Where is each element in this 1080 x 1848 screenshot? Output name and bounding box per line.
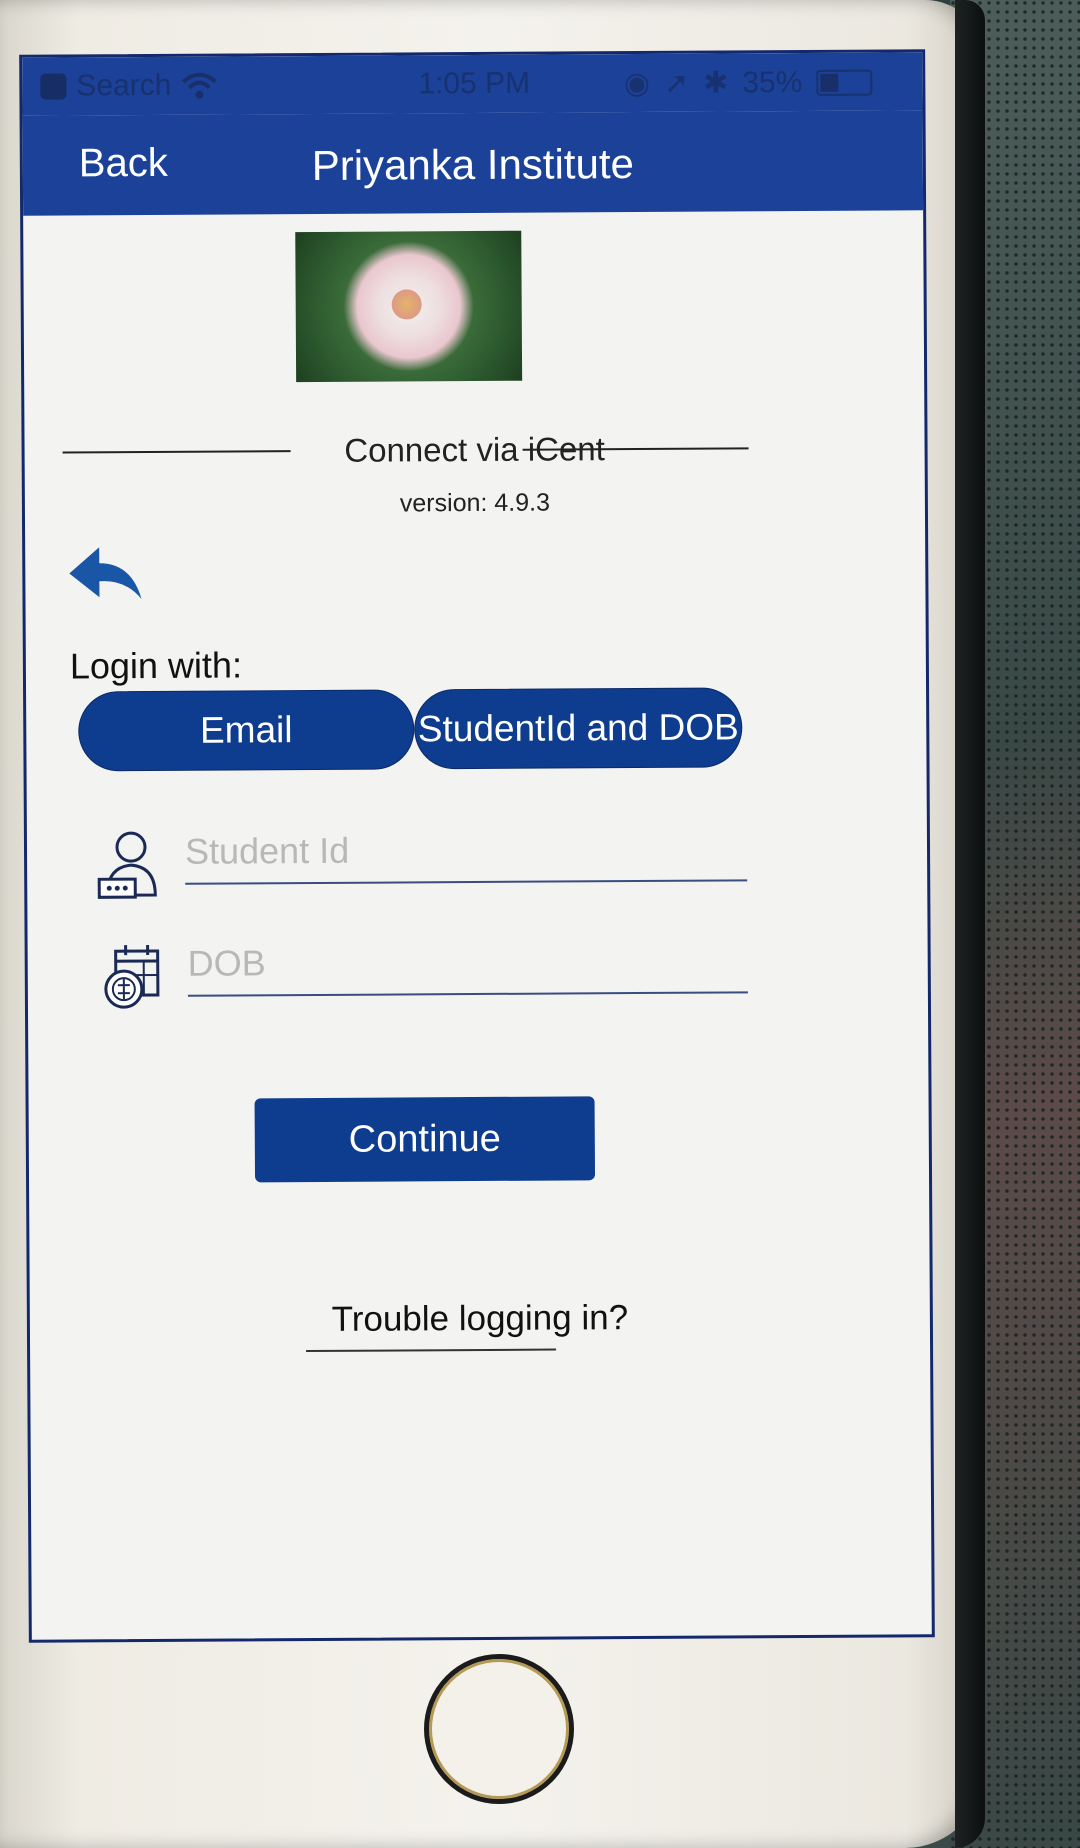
status-back-app[interactable]: Search <box>40 69 217 104</box>
status-bar: Search 1:05 PM ◉ ➚ ✱ 35% <box>22 52 923 116</box>
app-screen: Search 1:05 PM ◉ ➚ ✱ 35% Back Priyanka I… <box>19 49 935 1643</box>
dob-input[interactable] <box>187 935 748 997</box>
tab-studentid-dob[interactable]: StudentId and DOB <box>414 687 743 770</box>
wifi-icon <box>182 72 217 99</box>
tab-email[interactable]: Email <box>78 689 415 772</box>
back-arrow-icon[interactable] <box>65 543 145 607</box>
location-icon: ➚ <box>663 66 690 100</box>
login-with-label: Login with: <box>69 644 243 687</box>
flower-center <box>391 289 422 320</box>
trouble-logging-in-link[interactable]: Trouble logging in? <box>30 1296 930 1341</box>
trouble-link-underline <box>306 1348 557 1353</box>
student-id-input[interactable] <box>184 823 748 885</box>
status-right: ◉ ➚ ✱ 35% <box>624 65 873 102</box>
institute-logo-image <box>295 230 523 383</box>
calendar-icon <box>104 945 160 1009</box>
home-button[interactable] <box>424 1654 574 1804</box>
version-label: version: 4.9.3 <box>399 488 551 518</box>
phone-case-edge <box>955 0 985 1848</box>
battery-percent: 35% <box>742 65 803 99</box>
rotation-lock-icon: ◉ <box>623 66 651 101</box>
bluetooth-icon: ✱ <box>703 66 729 100</box>
continue-button[interactable]: Continue <box>254 1096 596 1183</box>
nav-bar: Back Priyanka Institute <box>22 110 924 216</box>
back-to-app-icon <box>40 73 67 100</box>
student-id-icon <box>97 831 157 899</box>
status-back-app-label: Search <box>76 68 172 103</box>
connect-label: Connect via iCent <box>344 430 605 469</box>
status-time: 1:05 PM <box>418 66 531 101</box>
battery-icon <box>816 69 873 96</box>
nav-title: Priyanka Institute <box>311 140 635 189</box>
